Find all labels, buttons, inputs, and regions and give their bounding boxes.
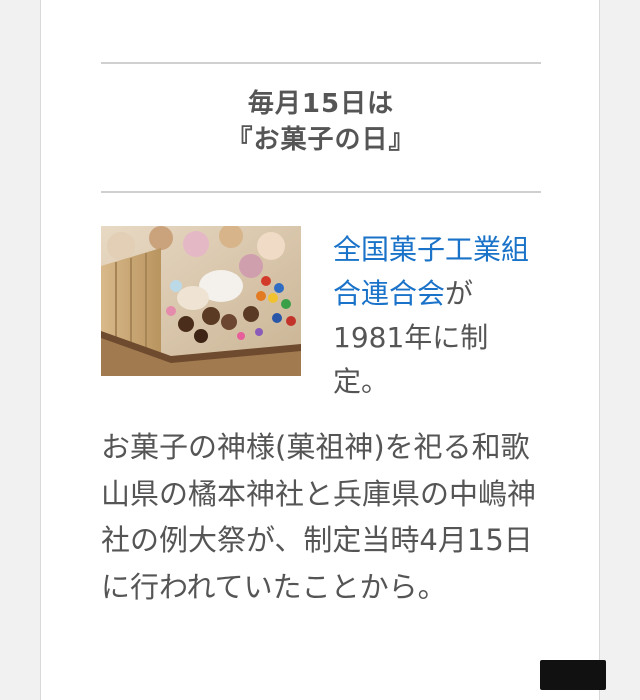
- organization-link[interactable]: 全国菓子工業組合連合会: [333, 233, 529, 310]
- sweets-photo: [101, 226, 301, 376]
- article-card: 毎月15日は 『お菓子の日』 全国菓子工業組合連合会が1981年に制定。 お菓子…: [40, 0, 600, 700]
- heading-line-2: 『お菓子の日』: [226, 125, 416, 155]
- heading-divider-bottom: [101, 191, 541, 193]
- page-top-button[interactable]: [540, 660, 606, 690]
- section-heading: 毎月15日は 『お菓子の日』: [101, 86, 541, 158]
- body-paragraph: お菓子の神様(菓祖神)を祀る和歌山県の橘本神社と兵庫県の中嶋神社の例大祭が、制定…: [101, 430, 537, 604]
- sweets-photo-illustration: [101, 226, 301, 376]
- heading-line-1: 毎月15日は: [247, 89, 395, 119]
- side-description: 全国菓子工業組合連合会が1981年に制定。: [333, 228, 543, 404]
- heading-divider-top: [101, 62, 541, 64]
